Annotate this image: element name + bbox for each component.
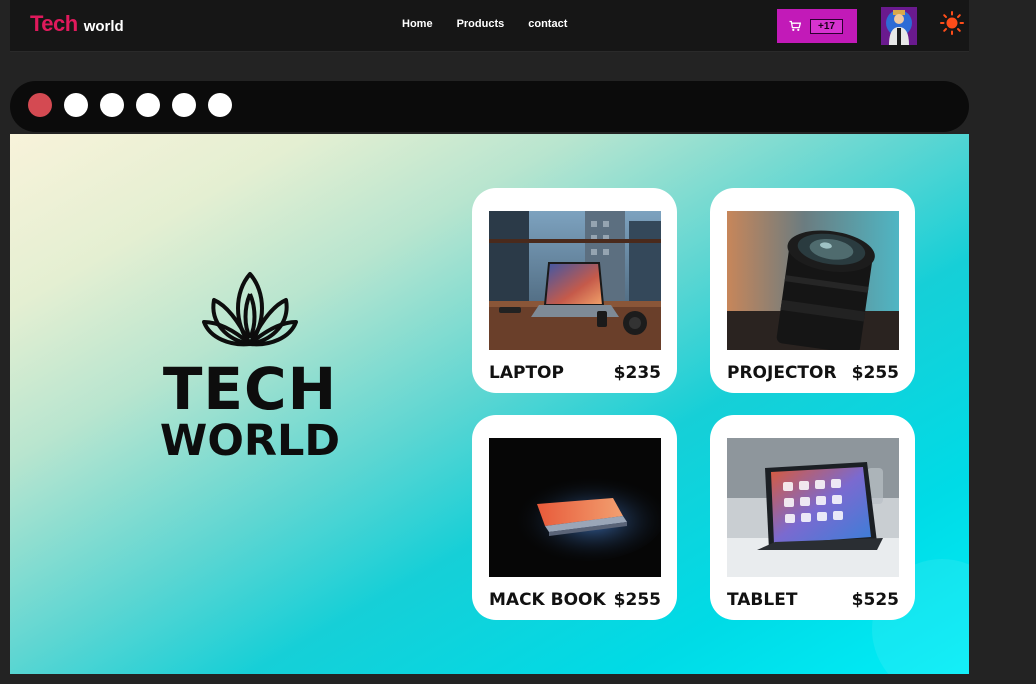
- cart-button[interactable]: +17: [777, 9, 857, 43]
- product-card-laptop[interactable]: LAPTOP $235: [472, 188, 677, 393]
- product-card-mack-book[interactable]: MACK BOOK $255: [472, 415, 677, 620]
- product-image-laptop: [489, 211, 661, 350]
- navbar: Tech world Home Products contact +17: [10, 0, 969, 52]
- sun-icon[interactable]: [940, 11, 964, 35]
- hero-section: TECH WORLD LAPTOP $235 PROJECTOR $255 MA…: [10, 134, 969, 674]
- product-card-tablet[interactable]: TABLET $525: [710, 415, 915, 620]
- slider-dot-5[interactable]: [172, 93, 196, 117]
- product-name-tablet: TABLET: [727, 590, 798, 610]
- slider-dot-2[interactable]: [64, 93, 88, 117]
- site-logo[interactable]: Tech world: [30, 11, 124, 37]
- lotus-icon: [202, 272, 298, 347]
- nav-link-home[interactable]: Home: [402, 18, 433, 30]
- avatar-image: [881, 7, 917, 45]
- slider-dot-4[interactable]: [136, 93, 160, 117]
- product-price-mack-book: $255: [613, 590, 661, 610]
- slider-dot-3[interactable]: [100, 93, 124, 117]
- product-name-mack-book: MACK BOOK: [489, 590, 606, 610]
- brand-block: TECH WORLD: [150, 266, 350, 464]
- product-name-laptop: LAPTOP: [489, 363, 564, 383]
- cart-count-badge: +17: [810, 18, 843, 34]
- main-nav: Home Products contact: [402, 18, 567, 30]
- product-card-projector[interactable]: PROJECTOR $255: [710, 188, 915, 393]
- product-image-tablet: [727, 438, 899, 577]
- product-image-projector: [727, 211, 899, 350]
- product-price-projector: $255: [851, 363, 899, 383]
- logo-tech-text: Tech: [30, 11, 78, 36]
- slider-dot-6[interactable]: [208, 93, 232, 117]
- product-name-projector: PROJECTOR: [727, 363, 837, 383]
- slider-dots-bar: [10, 81, 969, 132]
- nav-link-contact[interactable]: contact: [528, 18, 567, 30]
- logo-world-text: world: [83, 18, 124, 35]
- cart-icon: [789, 20, 801, 31]
- avatar[interactable]: [881, 7, 917, 45]
- brand-title-tech: TECH: [162, 355, 338, 423]
- product-image-mack-book: [489, 438, 661, 577]
- nav-link-products[interactable]: Products: [457, 18, 505, 30]
- slider-dot-1[interactable]: [28, 93, 52, 117]
- product-price-laptop: $235: [613, 363, 661, 383]
- product-price-tablet: $525: [851, 590, 899, 610]
- brand-title-world: WORLD: [159, 416, 341, 466]
